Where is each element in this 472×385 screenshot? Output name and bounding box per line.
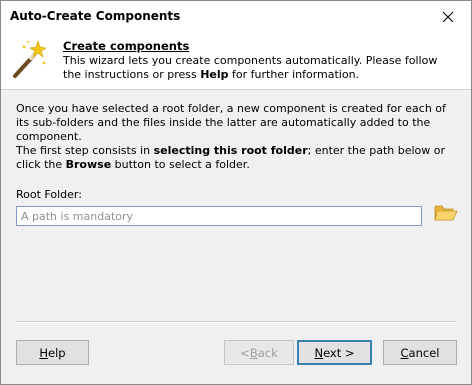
title-bar: Auto-Create Components <box>1 1 471 32</box>
root-folder-label: Root Folder: <box>16 188 82 201</box>
next-button[interactable]: Next > <box>297 340 372 365</box>
instructions: Once you have selected a root folder, a … <box>16 102 456 172</box>
header-description: This wizard lets you create components a… <box>63 54 438 81</box>
header-title: Create components <box>63 39 190 53</box>
wizard-dialog: Auto-Create Components Create components… <box>0 0 472 385</box>
instructions-paragraph-1: Once you have selected a root folder, a … <box>16 102 446 143</box>
magic-wand-icon <box>13 40 47 78</box>
close-button[interactable] <box>425 1 471 32</box>
instructions-paragraph-2: The first step consists in selecting thi… <box>16 144 446 171</box>
back-button[interactable]: < Back <box>224 340 294 365</box>
wizard-header: Create components This wizard lets you c… <box>1 32 471 90</box>
root-folder-input[interactable] <box>16 206 422 226</box>
help-button[interactable]: Help <box>16 340 89 365</box>
cancel-button[interactable]: Cancel <box>383 340 457 365</box>
window-title: Auto-Create Components <box>10 9 181 23</box>
folder-open-icon[interactable] <box>434 202 458 224</box>
close-icon <box>443 11 453 22</box>
footer-separator <box>16 321 456 323</box>
